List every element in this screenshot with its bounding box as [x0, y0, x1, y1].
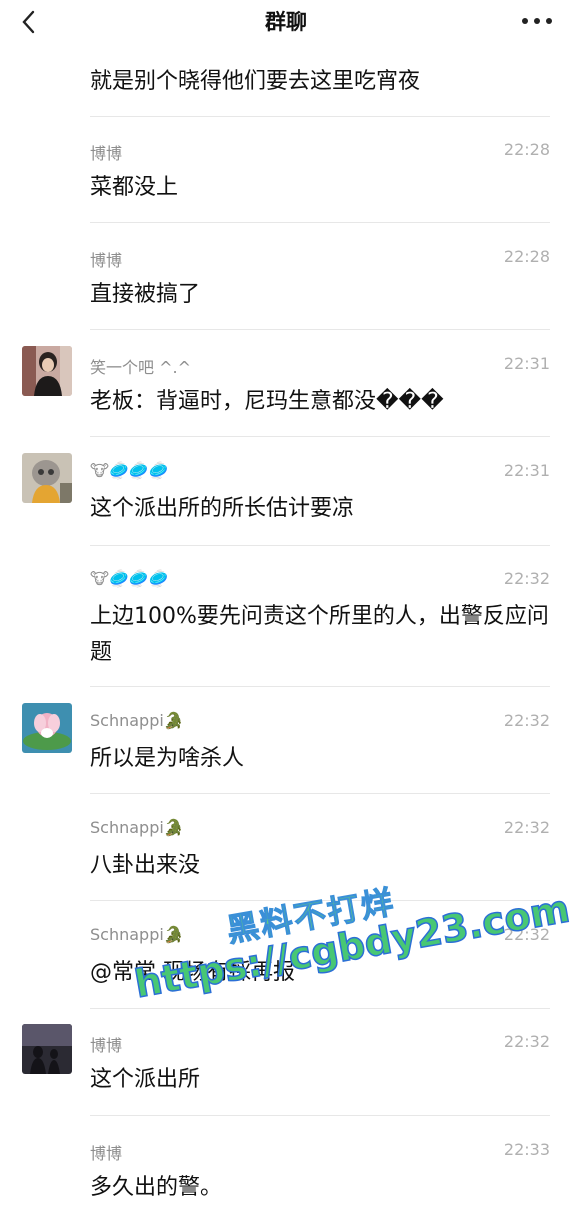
sender-name: 🐮🥏🥏🥏 — [90, 461, 169, 480]
page-title: 群聊 — [265, 10, 307, 34]
message-time: 22:28 — [503, 140, 550, 159]
sender-name: 博博 — [90, 1036, 123, 1055]
divider — [90, 900, 550, 901]
divider — [90, 222, 550, 223]
avatar[interactable] — [22, 346, 72, 396]
message-text: 菜都没上 — [90, 175, 179, 200]
message-time: 22:31 — [503, 461, 550, 480]
sender-name: 博博 — [90, 144, 123, 163]
watermark-line-1: 黑料不打烊 — [223, 882, 398, 950]
message-time: 22:32 — [503, 925, 550, 944]
message-time: 22:32 — [503, 711, 550, 730]
message-time: 22:33 — [503, 1140, 550, 1159]
divider — [90, 329, 550, 330]
top-bar: 群聊 — [0, 0, 572, 44]
sender-name: 博博 — [90, 251, 123, 270]
message-text: 所以是为啥杀人 — [90, 746, 245, 771]
message-text: 这个派出所的所长估计要凉 — [90, 496, 355, 521]
sender-name: Schnappi🐊 — [90, 925, 184, 944]
message-text: 老板：背逼时，尼玛生意都没��� — [90, 389, 444, 414]
divider — [90, 686, 550, 687]
divider — [90, 545, 550, 546]
sender-name: Schnappi🐊 — [90, 818, 184, 837]
more-options-icon[interactable] — [520, 8, 554, 34]
avatar[interactable] — [22, 703, 72, 753]
divider — [90, 116, 550, 117]
message-time: 22:31 — [503, 354, 550, 373]
sender-name: 🐮🥏🥏🥏 — [90, 569, 169, 588]
message-time: 22:32 — [503, 818, 550, 837]
divider — [90, 1008, 550, 1009]
avatar[interactable] — [22, 453, 72, 503]
divider — [90, 793, 550, 794]
message-time: 22:28 — [503, 247, 550, 266]
message-time: 22:32 — [503, 1032, 550, 1051]
divider — [90, 1115, 550, 1116]
message-text: 这个派出所 — [90, 1067, 201, 1092]
message-text: 上边100%要先问责这个所里的人，出警反应问题 — [90, 604, 549, 665]
message-text: 多久出的警。 — [90, 1175, 223, 1200]
divider — [90, 436, 550, 437]
message-text: @常常 现场有採再报 — [90, 960, 295, 985]
sender-name: 笑一个吧 ^.^ — [90, 358, 191, 377]
message-text: 八卦出来没 — [90, 853, 201, 878]
avatar[interactable] — [22, 1024, 72, 1074]
message-text: 就是别个晓得他们要去这里吃宵夜 — [90, 69, 421, 94]
message-time: 22:32 — [503, 569, 550, 588]
sender-name: 博博 — [90, 1144, 123, 1163]
sender-name: Schnappi🐊 — [90, 711, 184, 730]
message-text: 直接被搞了 — [90, 282, 201, 307]
